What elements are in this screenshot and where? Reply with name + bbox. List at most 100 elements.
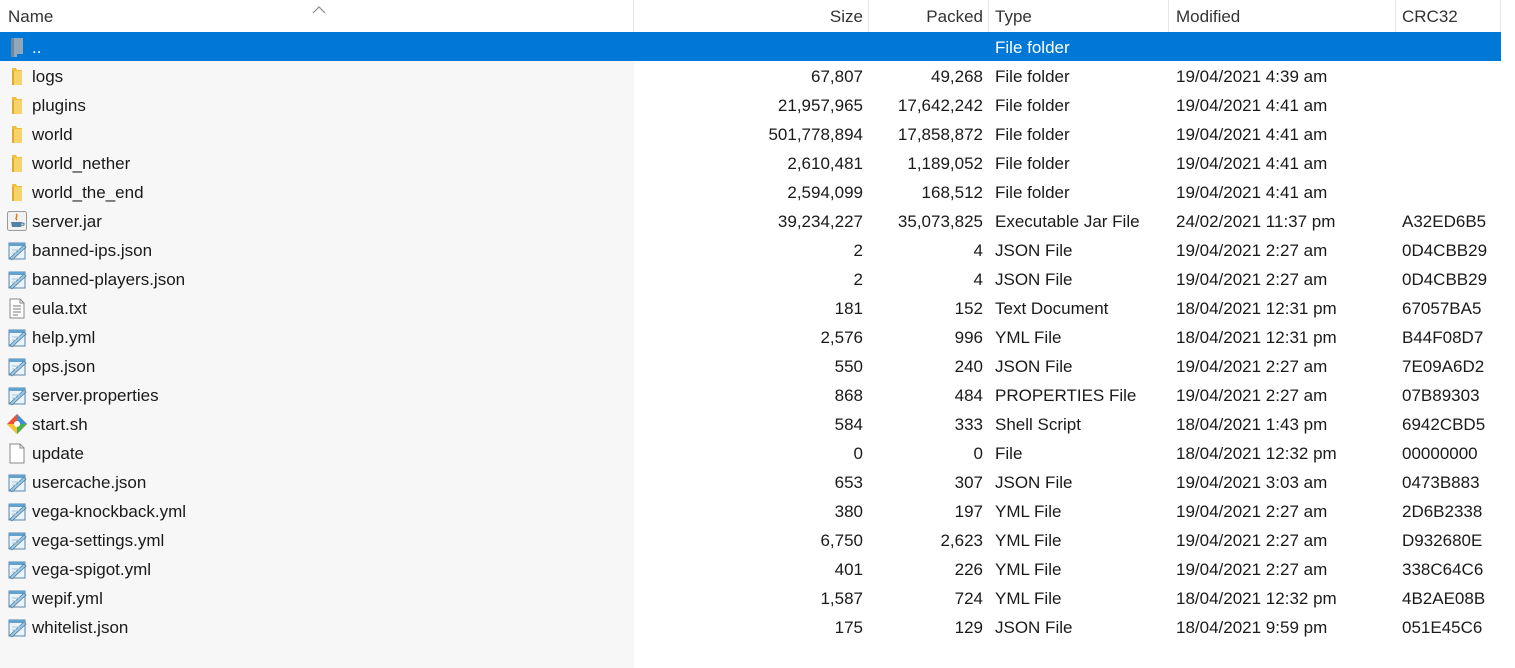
file-crc32: 7E09A6D2	[1402, 357, 1485, 376]
column-header-packed[interactable]: Packed	[870, 0, 983, 32]
file-type: File	[995, 444, 1023, 463]
file-row[interactable]: plugins 21,957,965 17,642,242 File folder 19…	[0, 90, 1501, 119]
file-modified: 19/04/2021 2:27 am	[1176, 241, 1328, 260]
file-modified: 19/04/2021 2:27 am	[1176, 386, 1328, 405]
file-packed-size: 240	[954, 357, 983, 376]
column-divider[interactable]	[868, 0, 869, 32]
file-modified: 18/04/2021 12:31 pm	[1176, 328, 1337, 347]
file-name: vega-settings.yml	[32, 531, 165, 550]
column-header-crc32[interactable]: CRC32	[1402, 0, 1458, 32]
file-crc32: 0D4CBB29	[1402, 270, 1488, 289]
file-name: start.sh	[32, 415, 88, 434]
file-row[interactable]: logs 67,807 49,268 File folder 19/04/2021 4:…	[0, 61, 1501, 90]
file-size: 550	[834, 357, 863, 376]
file-row[interactable]: banned-players.json 2 4 JSON File 19/04/2021…	[0, 264, 1501, 293]
file-name: vega-knockback.yml	[32, 502, 187, 521]
file-crc32: 67057BA5	[1402, 299, 1482, 318]
folder-icon	[6, 65, 28, 87]
file-row[interactable]: vega-settings.yml 6,750 2,623 YML File 19/04…	[0, 525, 1501, 554]
folder-icon	[6, 181, 28, 203]
file-row[interactable]: banned-ips.json 2 4 JSON File 19/04/2021 2:2…	[0, 235, 1501, 264]
file-row[interactable]: ops.json 550 240 JSON File 19/04/2021 2:27 a…	[0, 351, 1501, 380]
file-type: Text Document	[995, 299, 1109, 318]
file-name: server.jar	[32, 212, 102, 231]
file-row[interactable]: server.properties 868 484 PROPERTIES File 19…	[0, 380, 1501, 409]
column-header-name[interactable]: Name	[8, 0, 53, 32]
file-modified: 19/04/2021 2:27 am	[1176, 357, 1328, 376]
notepad-file-icon	[6, 471, 28, 493]
file-name: world_nether	[32, 154, 131, 173]
file-packed-size: 35,073,825	[897, 212, 983, 231]
file-packed-size: 0	[973, 444, 983, 463]
file-type: YML File	[995, 589, 1062, 608]
file-type: YML File	[995, 502, 1062, 521]
file-row[interactable]: wepif.yml 1,587 724 YML File 18/04/2021 12:3…	[0, 583, 1501, 612]
file-crc32	[1402, 119, 1502, 148]
column-divider[interactable]	[633, 0, 634, 32]
file-type: File folder	[995, 38, 1070, 57]
file-row[interactable]: update 0 0 File 18/04/2021 12:32 pm 00000000	[0, 438, 1501, 467]
sort-ascending-icon	[312, 0, 326, 14]
notepad-file-icon	[6, 384, 28, 406]
file-packed-size: 1,189,052	[907, 154, 983, 173]
file-modified: 19/04/2021 2:27 am	[1176, 531, 1328, 550]
file-row[interactable]: vega-knockback.yml 380 197 YML File 19/04/20…	[0, 496, 1501, 525]
file-packed-size: 129	[954, 618, 983, 637]
file-row[interactable]: vega-spigot.yml 401 226 YML File 19/04/2021 …	[0, 554, 1501, 583]
file-size: 584	[834, 415, 863, 434]
column-divider[interactable]	[1395, 0, 1396, 32]
file-type: JSON File	[995, 473, 1073, 492]
file-packed-size: 4	[973, 270, 983, 289]
file-name: ..	[32, 38, 42, 57]
file-row[interactable]: world_the_end 2,594,099 168,512 File folder…	[0, 177, 1501, 206]
file-row[interactable]: help.yml 2,576 996 YML File 18/04/2021 12:31…	[0, 322, 1501, 351]
notepad-file-icon	[6, 500, 28, 522]
file-row[interactable]: eula.txt 181 152 Text Document 18/04/2021 12…	[0, 293, 1501, 322]
file-name: banned-ips.json	[32, 241, 153, 260]
file-modified: 19/04/2021 4:41 am	[1176, 125, 1328, 144]
file-crc32	[1402, 148, 1502, 177]
file-size: 6,750	[820, 531, 863, 550]
file-row[interactable]: start.sh 584 333 Shell Script 18/04/2021 1:4…	[0, 409, 1501, 438]
file-modified: 19/04/2021 2:27 am	[1176, 270, 1328, 289]
file-size: 380	[834, 502, 863, 521]
file-row-selected[interactable]: .. File folder	[0, 32, 1501, 61]
file-modified: 18/04/2021 1:43 pm	[1176, 415, 1328, 434]
file-modified: 19/04/2021 4:41 am	[1176, 183, 1328, 202]
file-modified: 18/04/2021 9:59 pm	[1176, 618, 1328, 637]
notepad-file-icon	[6, 558, 28, 580]
file-row[interactable]: usercache.json 653 307 JSON File 19/04/2021 …	[0, 467, 1501, 496]
notepad-file-icon	[6, 268, 28, 290]
file-row[interactable]: world 501,778,894 17,858,872 File folder 19/…	[0, 119, 1501, 148]
file-name: server.properties	[32, 386, 159, 405]
file-size: 401	[834, 560, 863, 579]
column-header-type[interactable]: Type	[995, 0, 1032, 32]
file-packed-size: 152	[954, 299, 983, 318]
file-row[interactable]: world_nether 2,610,481 1,189,052 File folde…	[0, 148, 1501, 177]
file-crc32: 2D6B2338	[1402, 502, 1483, 521]
file-size: 1,587	[820, 589, 863, 608]
column-divider[interactable]	[988, 0, 989, 32]
folder-icon	[6, 123, 28, 145]
column-divider[interactable]	[1500, 0, 1501, 32]
file-type: PROPERTIES File	[995, 386, 1137, 405]
file-crc32: 0D4CBB29	[1402, 241, 1488, 260]
file-type: JSON File	[995, 357, 1073, 376]
column-header-modified[interactable]: Modified	[1176, 0, 1240, 32]
file-packed-size: 484	[954, 386, 983, 405]
file-size: 2,610,481	[787, 154, 863, 173]
file-packed-size: 4	[973, 241, 983, 260]
notepad-file-icon	[6, 616, 28, 638]
file-modified: 19/04/2021 3:03 am	[1176, 473, 1328, 492]
file-packed-size: 724	[954, 589, 983, 608]
blank-file-icon	[6, 442, 28, 464]
column-divider[interactable]	[1168, 0, 1169, 32]
file-name: wepif.yml	[32, 589, 103, 608]
file-name: logs	[32, 67, 64, 86]
file-row[interactable]: server.jar 39,234,227 35,073,825 Executable…	[0, 206, 1501, 235]
column-header-size[interactable]: Size	[636, 0, 863, 32]
file-row[interactable]: whitelist.json 175 129 JSON File 18/04/2021 …	[0, 612, 1501, 641]
file-size: 21,957,965	[777, 96, 863, 115]
file-type: File folder	[995, 154, 1070, 173]
file-name: world	[32, 125, 73, 144]
